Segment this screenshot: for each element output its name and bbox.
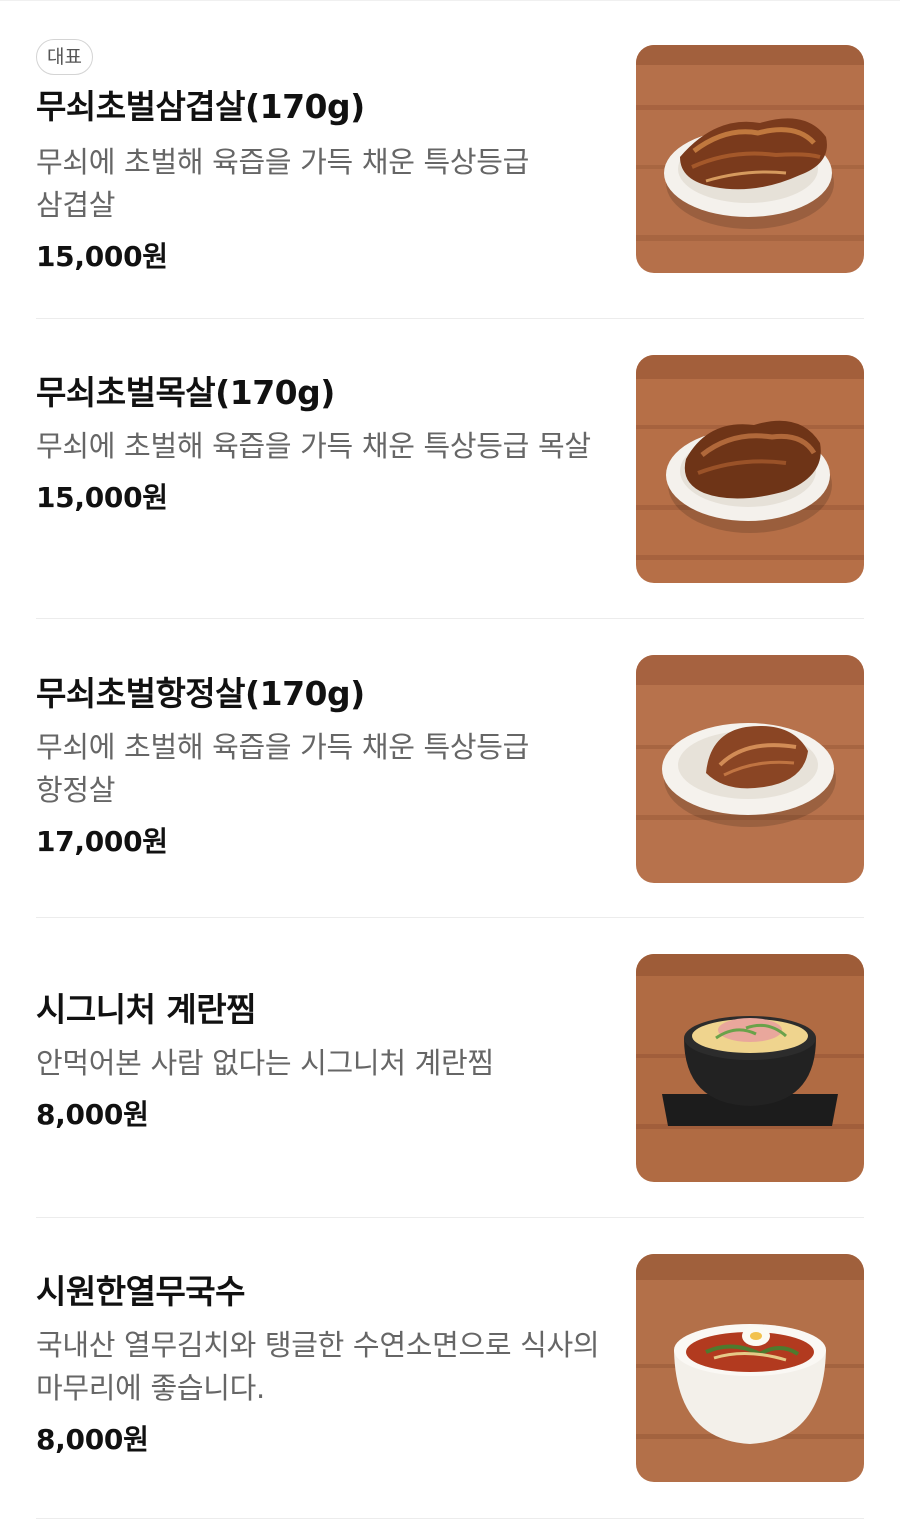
grilled-pork-neck-image — [636, 355, 864, 583]
menu-item-description: 안먹어본 사람 없다는 시그니처 계란찜 — [36, 1046, 494, 1080]
menu-item[interactable]: 대표 무쇠초벌삼겹살(170g) 무쇠에 초벌해 육즙을 가득 채운 특상등급 … — [36, 1, 864, 319]
menu-item[interactable]: 무쇠초벌항정살(170g) 무쇠에 초벌해 육즙을 가득 채운 특상등급 항정살… — [36, 619, 864, 918]
menu-item-description: 무쇠에 초벌해 육즙을 가득 채운 특상등급 목살 — [36, 429, 591, 463]
grilled-pork-jowl-image — [636, 655, 864, 883]
menu-item-price: 15,000원 — [36, 481, 168, 514]
menu-item-name: 무쇠초벌항정살(170g) — [36, 674, 365, 713]
menu-item[interactable]: 무쇠초벌목살(170g) 무쇠에 초벌해 육즙을 가득 채운 특상등급 목살 1… — [36, 319, 864, 619]
menu-item-description: 무쇠에 초벌해 육즙을 가득 채운 특상등급 항정살 — [36, 730, 530, 807]
grilled-pork-belly-image — [636, 45, 864, 273]
menu-item-photo[interactable] — [636, 355, 864, 583]
signature-badge: 대표 — [36, 39, 93, 75]
menu-item-price: 8,000원 — [36, 1098, 149, 1131]
menu-item-text: 대표 무쇠초벌삼겹살(170g) 무쇠에 초벌해 육즙을 가득 채운 특상등급 … — [36, 39, 611, 275]
menu-item-name: 시그니처 계란찜 — [36, 990, 257, 1029]
menu-item-name: 시원한열무국수 — [36, 1272, 246, 1311]
menu-item-price: 17,000원 — [36, 825, 168, 858]
menu-item-text: 시원한열무국수 국내산 열무김치와 탱글한 수연소면으로 식사의 마무리에 좋습… — [36, 1270, 611, 1458]
menu-item-name: 무쇠초벌목살(170g) — [36, 373, 335, 412]
steamed-egg-image — [636, 954, 864, 1182]
menu-item[interactable]: 시원한열무국수 국내산 열무김치와 탱글한 수연소면으로 식사의 마무리에 좋습… — [36, 1218, 864, 1519]
menu-item-text: 무쇠초벌항정살(170g) 무쇠에 초벌해 육즙을 가득 채운 특상등급 항정살… — [36, 672, 611, 860]
menu-item-photo[interactable] — [636, 655, 864, 883]
menu-list: 대표 무쇠초벌삼겹살(170g) 무쇠에 초벌해 육즙을 가득 채운 특상등급 … — [0, 1, 900, 1519]
menu-item-photo[interactable] — [636, 954, 864, 1182]
menu-item-description: 무쇠에 초벌해 육즙을 가득 채운 특상등급 삼겹살 — [36, 145, 530, 222]
young-radish-noodles-image — [636, 1254, 864, 1482]
menu-item-text: 무쇠초벌목살(170g) 무쇠에 초벌해 육즙을 가득 채운 특상등급 목살 1… — [36, 371, 611, 516]
menu-item-price: 8,000원 — [36, 1423, 149, 1456]
menu-item-photo[interactable] — [636, 45, 864, 273]
menu-item[interactable]: 시그니처 계란찜 안먹어본 사람 없다는 시그니처 계란찜 8,000원 — [36, 918, 864, 1218]
menu-item-description: 국내산 열무김치와 탱글한 수연소면으로 식사의 마무리에 좋습니다. — [36, 1328, 600, 1405]
menu-item-photo[interactable] — [636, 1254, 864, 1482]
menu-item-text: 시그니처 계란찜 안먹어본 사람 없다는 시그니처 계란찜 8,000원 — [36, 988, 611, 1133]
menu-item-name: 무쇠초벌삼겹살(170g) — [36, 87, 365, 126]
menu-item-price: 15,000원 — [36, 240, 168, 273]
